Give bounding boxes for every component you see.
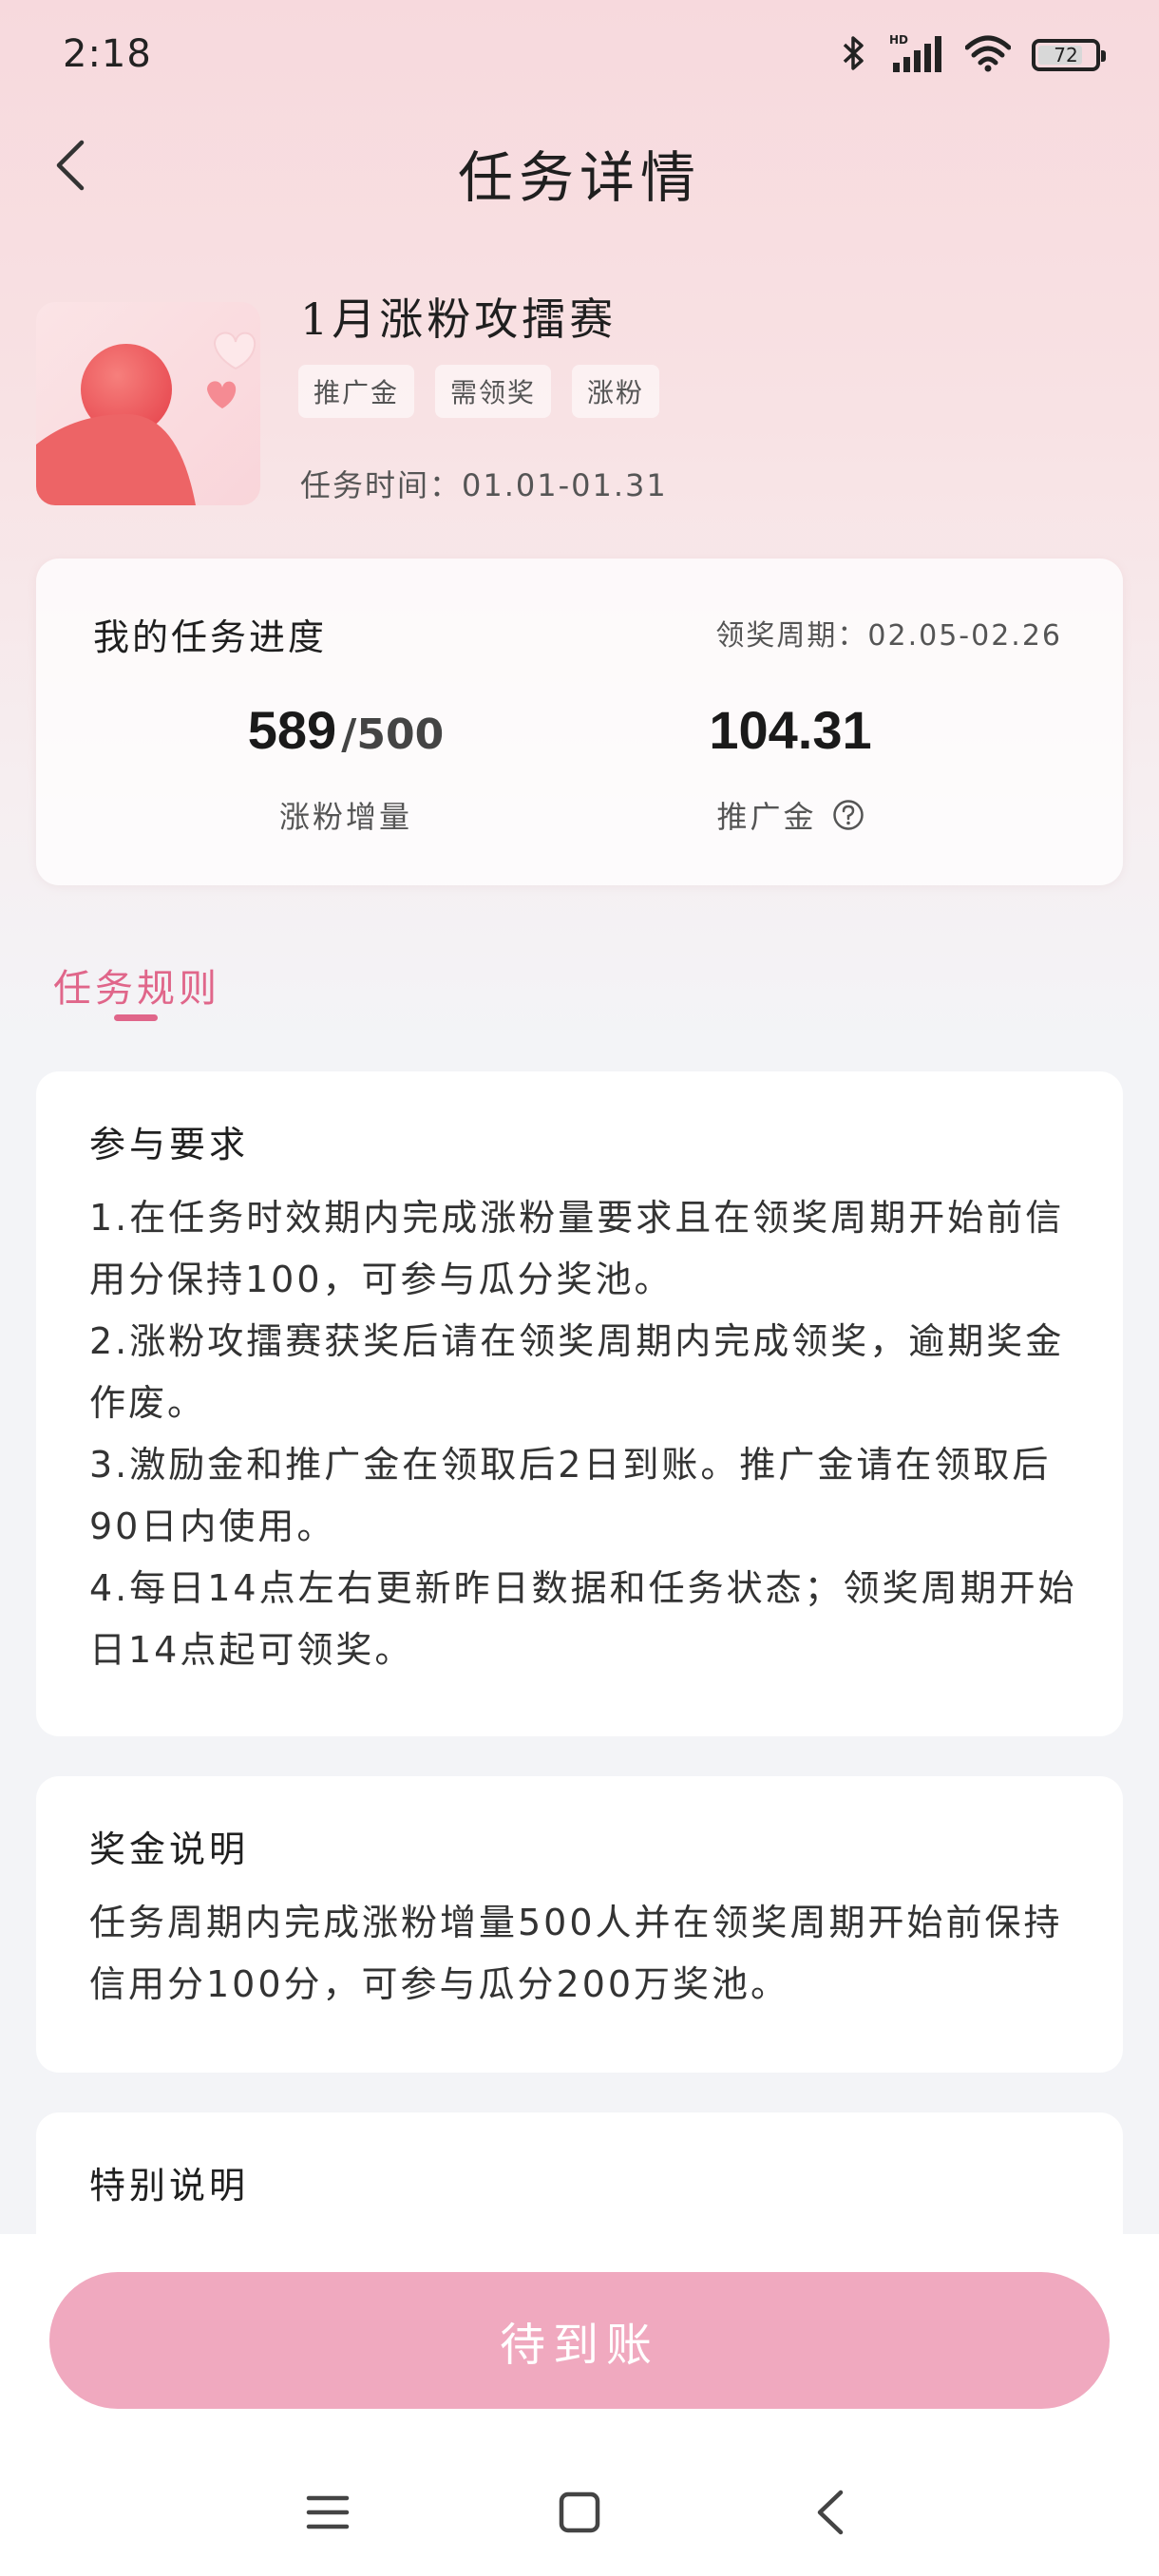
bonus-label-text: 推广金 bbox=[716, 799, 817, 835]
claim-period: 领奖周期：02.05-02.26 bbox=[715, 619, 1062, 653]
system-nav-bar bbox=[0, 2460, 1159, 2565]
status-time: 2:18 bbox=[63, 32, 152, 76]
battery-icon: 72 bbox=[1032, 39, 1106, 71]
followers-label: 涨粉增量 bbox=[137, 793, 555, 837]
bonus-description-title: 奖金说明 bbox=[89, 1828, 250, 1870]
task-thumbnail bbox=[36, 302, 260, 505]
status-icons: HD 72 bbox=[842, 32, 1106, 78]
hd-signal-icon: HD bbox=[887, 32, 944, 78]
special-notes-title: 特别说明 bbox=[89, 2165, 250, 2207]
nav-home-button[interactable] bbox=[546, 2479, 613, 2546]
bonus-description-card: 奖金说明 任务周期内完成涨粉增量500人并在领奖周期开始前保持信用分100分，可… bbox=[36, 1776, 1123, 2073]
progress-card: 我的任务进度 领奖周期：02.05-02.26 589 /500 涨粉增量 10… bbox=[36, 559, 1123, 885]
tag-followers: 涨粉 bbox=[572, 365, 660, 418]
bonus-label: 推广金 bbox=[581, 793, 999, 837]
followers-target: /500 bbox=[341, 710, 445, 759]
requirements-card: 参与要求 1.在任务时效期内完成涨粉量要求且在领奖周期开始前信用分保持100，可… bbox=[36, 1071, 1123, 1736]
bonus-description-text: 任务周期内完成涨粉增量500人并在领奖周期开始前保持信用分100分，可参与瓜分2… bbox=[89, 1902, 1063, 2005]
tab-indicator bbox=[114, 1014, 158, 1021]
progress-title: 我的任务进度 bbox=[93, 616, 328, 658]
svg-text:HD: HD bbox=[889, 33, 908, 47]
task-name: 1月涨粉攻擂赛 bbox=[300, 294, 618, 345]
tab-task-rules[interactable]: 任务规则 bbox=[53, 957, 220, 1013]
rule-item: 2.涨粉攻擂赛获奖后请在领奖周期内完成领奖，逾期奖金作废。 bbox=[89, 1320, 1065, 1424]
page-header: 任务详情 bbox=[0, 114, 1159, 218]
followers-metric: 589 /500 涨粉增量 bbox=[137, 699, 555, 837]
task-tags: 推广金 需领奖 涨粉 bbox=[298, 365, 660, 418]
back-chevron-icon bbox=[817, 2490, 844, 2535]
rule-item: 1.在任务时效期内完成涨粉量要求且在领奖周期开始前信用分保持100，可参与瓜分奖… bbox=[89, 1197, 1065, 1300]
help-icon[interactable] bbox=[832, 799, 864, 831]
requirements-body: 1.在任务时效期内完成涨粉量要求且在领奖周期开始前信用分保持100，可参与瓜分奖… bbox=[89, 1187, 1077, 1681]
page-title: 任务详情 bbox=[457, 145, 701, 210]
battery-level: 72 bbox=[1054, 44, 1078, 66]
wifi-icon bbox=[964, 34, 1012, 76]
requirements-title: 参与要求 bbox=[89, 1124, 250, 1165]
tag-promotion-fund: 推广金 bbox=[298, 365, 415, 418]
followers-value: 589 bbox=[247, 700, 337, 760]
menu-icon bbox=[306, 2495, 350, 2529]
rule-item: 4.每日14点左右更新昨日数据和任务状态；领奖周期开始日14点起可领奖。 bbox=[89, 1567, 1077, 1671]
home-square-icon bbox=[559, 2491, 600, 2533]
rule-item: 3.激励金和推广金在领取后2日到账。推广金请在领取后90日内使用。 bbox=[89, 1444, 1052, 1547]
status-bar: 2:18 HD 72 bbox=[0, 0, 1159, 104]
followers-label-text: 涨粉增量 bbox=[278, 799, 412, 835]
nav-menu-button[interactable] bbox=[294, 2479, 361, 2546]
bonus-value: 104.31 bbox=[709, 700, 872, 760]
bottom-action-area: 待到账 bbox=[0, 2234, 1159, 2576]
pending-credit-button[interactable]: 待到账 bbox=[49, 2272, 1110, 2409]
tag-needs-claim: 需领奖 bbox=[435, 365, 552, 418]
bluetooth-icon bbox=[842, 34, 866, 76]
task-time: 任务时间：01.01-01.31 bbox=[300, 467, 668, 503]
bonus-metric: 104.31 推广金 bbox=[581, 699, 999, 837]
nav-back-button[interactable] bbox=[798, 2479, 864, 2546]
